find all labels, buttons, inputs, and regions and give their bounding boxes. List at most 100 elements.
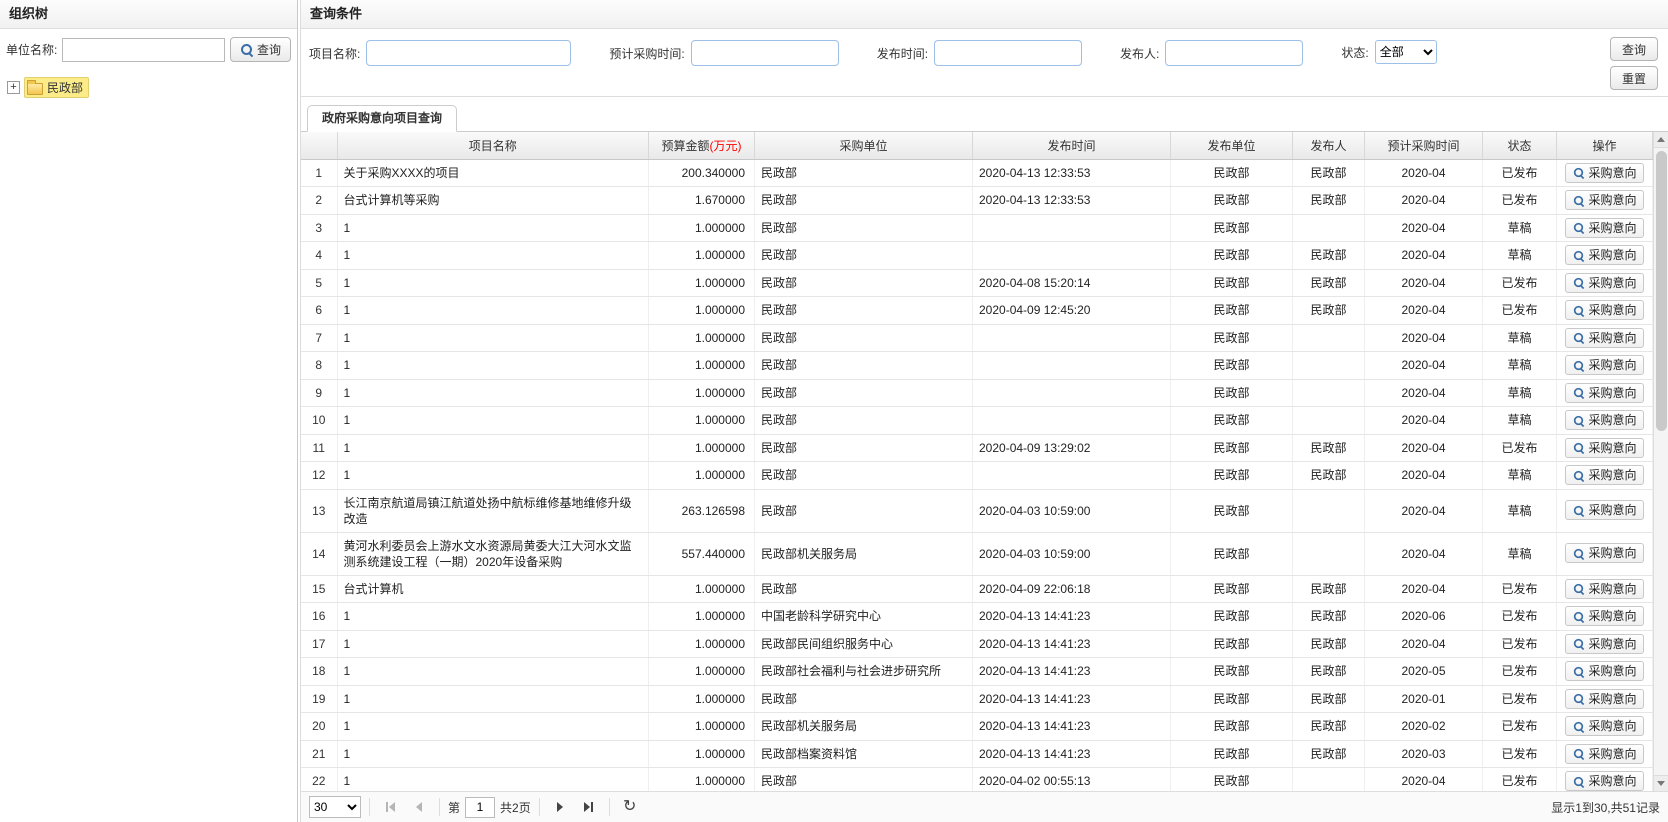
table-row[interactable]: 6 1 1.000000 民政部 2020-04-09 12:45:20 民政部… [301,297,1653,325]
table-row[interactable]: 2 台式计算机等采购 1.670000 民政部 2020-04-13 12:33… [301,187,1653,215]
view-intention-button[interactable]: 采购意向 [1565,273,1643,293]
table-row[interactable]: 21 1 1.000000 民政部档案资料馆 2020-04-13 14:41:… [301,740,1653,768]
publish-unit-cell: 民政部 [1171,575,1293,603]
publish-unit-cell: 民政部 [1171,713,1293,741]
table-row[interactable]: 14 黄河水利委员会上游水文水资源局黄委大江大河水文监测系统建设工程（一期）20… [301,532,1653,575]
next-page-button[interactable] [548,795,572,819]
magnifier-icon [1573,583,1584,594]
view-intention-button[interactable]: 采购意向 [1565,383,1643,403]
project-name-input[interactable] [366,40,571,66]
view-intention-button[interactable]: 采购意向 [1565,661,1643,681]
publish-time-input[interactable] [934,40,1082,66]
expected-time-input[interactable] [691,40,839,66]
view-intention-button[interactable]: 采购意向 [1565,689,1643,709]
table-row[interactable]: 7 1 1.000000 民政部 民政部 2020-04 草稿 采购意向 [301,324,1653,352]
table-row[interactable]: 22 1 1.000000 民政部 2020-04-02 00:55:13 民政… [301,768,1653,792]
table-scrollbar[interactable] [1653,132,1668,791]
tree-node-selected[interactable]: 民政部 [24,77,89,98]
magnifier-icon [240,43,253,56]
view-intention-button[interactable]: 采购意向 [1565,543,1643,563]
table-row[interactable]: 16 1 1.000000 中国老龄科学研究中心 2020-04-13 14:4… [301,603,1653,631]
first-page-icon [386,802,388,812]
sidebar-search-button[interactable]: 查询 [230,37,291,62]
status-select[interactable]: 全部 [1375,40,1437,64]
table-row[interactable]: 17 1 1.000000 民政部民间组织服务中心 2020-04-13 14:… [301,630,1653,658]
table-row[interactable]: 4 1 1.000000 民政部 民政部 民政部 2020-04 草稿 采购意向 [301,242,1653,270]
table-row[interactable]: 1 关于采购XXXX的项目 200.340000 民政部 2020-04-13 … [301,159,1653,187]
table-row[interactable]: 13 长江南京航道局镇江航道处扬中航标维修基地维修升级改造 263.126598… [301,489,1653,532]
table-row[interactable]: 15 台式计算机 1.000000 民政部 2020-04-09 22:06:1… [301,575,1653,603]
table-row[interactable]: 18 1 1.000000 民政部社会福利与社会进步研究所 2020-04-13… [301,658,1653,686]
refresh-button[interactable]: ↻ [618,795,642,819]
current-page-input[interactable] [465,797,495,818]
budget-cell: 1.000000 [649,658,755,686]
view-intention-button[interactable]: 采购意向 [1565,163,1643,183]
table-row[interactable]: 9 1 1.000000 民政部 民政部 2020-04 草稿 采购意向 [301,379,1653,407]
view-intention-label: 采购意向 [1588,302,1636,318]
table-row[interactable]: 5 1 1.000000 民政部 2020-04-08 15:20:14 民政部… [301,269,1653,297]
view-intention-button[interactable]: 采购意向 [1565,218,1643,238]
view-intention-button[interactable]: 采购意向 [1565,716,1643,736]
view-intention-button[interactable]: 采购意向 [1565,190,1643,210]
budget-cell: 1.000000 [649,603,755,631]
view-intention-button[interactable]: 采购意向 [1565,328,1643,348]
scroll-down-button[interactable] [1654,775,1668,791]
row-number-cell: 7 [301,324,337,352]
publisher-cell: 民政部 [1293,187,1365,215]
publisher-cell: 民政部 [1293,685,1365,713]
scroll-up-button[interactable] [1654,132,1668,148]
query-search-button[interactable]: 查询 [1610,37,1658,61]
table-row[interactable]: 20 1 1.000000 民政部机关服务局 2020-04-13 14:41:… [301,713,1653,741]
publisher-input[interactable] [1165,40,1303,66]
view-intention-button[interactable]: 采购意向 [1565,771,1643,791]
purchase-unit-cell: 民政部 [755,324,973,352]
view-intention-button[interactable]: 采购意向 [1565,465,1643,485]
query-reset-button[interactable]: 重置 [1610,66,1658,90]
view-intention-button[interactable]: 采购意向 [1565,410,1643,430]
view-intention-label: 采购意向 [1588,357,1636,373]
table-row[interactable]: 12 1 1.000000 民政部 民政部 民政部 2020-04 草稿 采购意… [301,462,1653,490]
last-page-button[interactable] [577,795,601,819]
view-intention-button[interactable]: 采购意向 [1565,500,1643,520]
row-number-cell: 11 [301,434,337,462]
view-intention-button[interactable]: 采购意向 [1565,606,1643,626]
expected-time-cell: 2020-04 [1365,532,1483,575]
first-page-button[interactable] [378,795,402,819]
publish-unit-cell: 民政部 [1171,187,1293,215]
view-intention-button[interactable]: 采购意向 [1565,245,1643,265]
row-number-cell: 15 [301,575,337,603]
table-row[interactable]: 19 1 1.000000 民政部 2020-04-13 14:41:23 民政… [301,685,1653,713]
operation-cell: 采购意向 [1557,324,1653,352]
col-purchase-unit: 采购单位 [755,132,973,159]
total-pages-label: 共2页 [500,799,531,816]
view-intention-button[interactable]: 采购意向 [1565,438,1643,458]
tree-expand-icon[interactable]: + [7,81,20,94]
view-intention-button[interactable]: 采购意向 [1565,355,1643,375]
view-intention-button[interactable]: 采购意向 [1565,579,1643,599]
table-row[interactable]: 3 1 1.000000 民政部 民政部 2020-04 草稿 采购意向 [301,214,1653,242]
publish-unit-cell: 民政部 [1171,297,1293,325]
tab-procurement-intention-query[interactable]: 政府采购意向项目查询 [307,105,457,132]
operation-cell: 采购意向 [1557,297,1653,325]
table-row[interactable]: 8 1 1.000000 民政部 民政部 2020-04 草稿 采购意向 [301,352,1653,380]
view-intention-button[interactable]: 采购意向 [1565,744,1643,764]
publish-time-cell: 2020-04-13 14:41:23 [973,713,1171,741]
table-row[interactable]: 10 1 1.000000 民政部 民政部 2020-04 草稿 采购意向 [301,407,1653,435]
prev-page-button[interactable] [407,795,431,819]
page-size-select[interactable]: 30 [309,796,361,818]
view-intention-button[interactable]: 采购意向 [1565,634,1643,654]
sidebar-search-button-label: 查询 [257,41,281,58]
col-operation: 操作 [1557,132,1653,159]
folder-icon [27,83,43,95]
row-number-cell: 22 [301,768,337,792]
budget-cell: 1.000000 [649,269,755,297]
row-number-cell: 12 [301,462,337,490]
table-row[interactable]: 11 1 1.000000 民政部 2020-04-09 13:29:02 民政… [301,434,1653,462]
purchase-unit-cell: 民政部 [755,187,973,215]
purchase-unit-cell: 民政部 [755,489,973,532]
unit-name-input[interactable] [62,38,225,62]
view-intention-button[interactable]: 采购意向 [1565,300,1643,320]
tree-node-root[interactable]: + 民政部 [7,77,290,98]
scrollbar-thumb[interactable] [1656,151,1667,431]
purchase-unit-cell: 民政部档案资料馆 [755,740,973,768]
